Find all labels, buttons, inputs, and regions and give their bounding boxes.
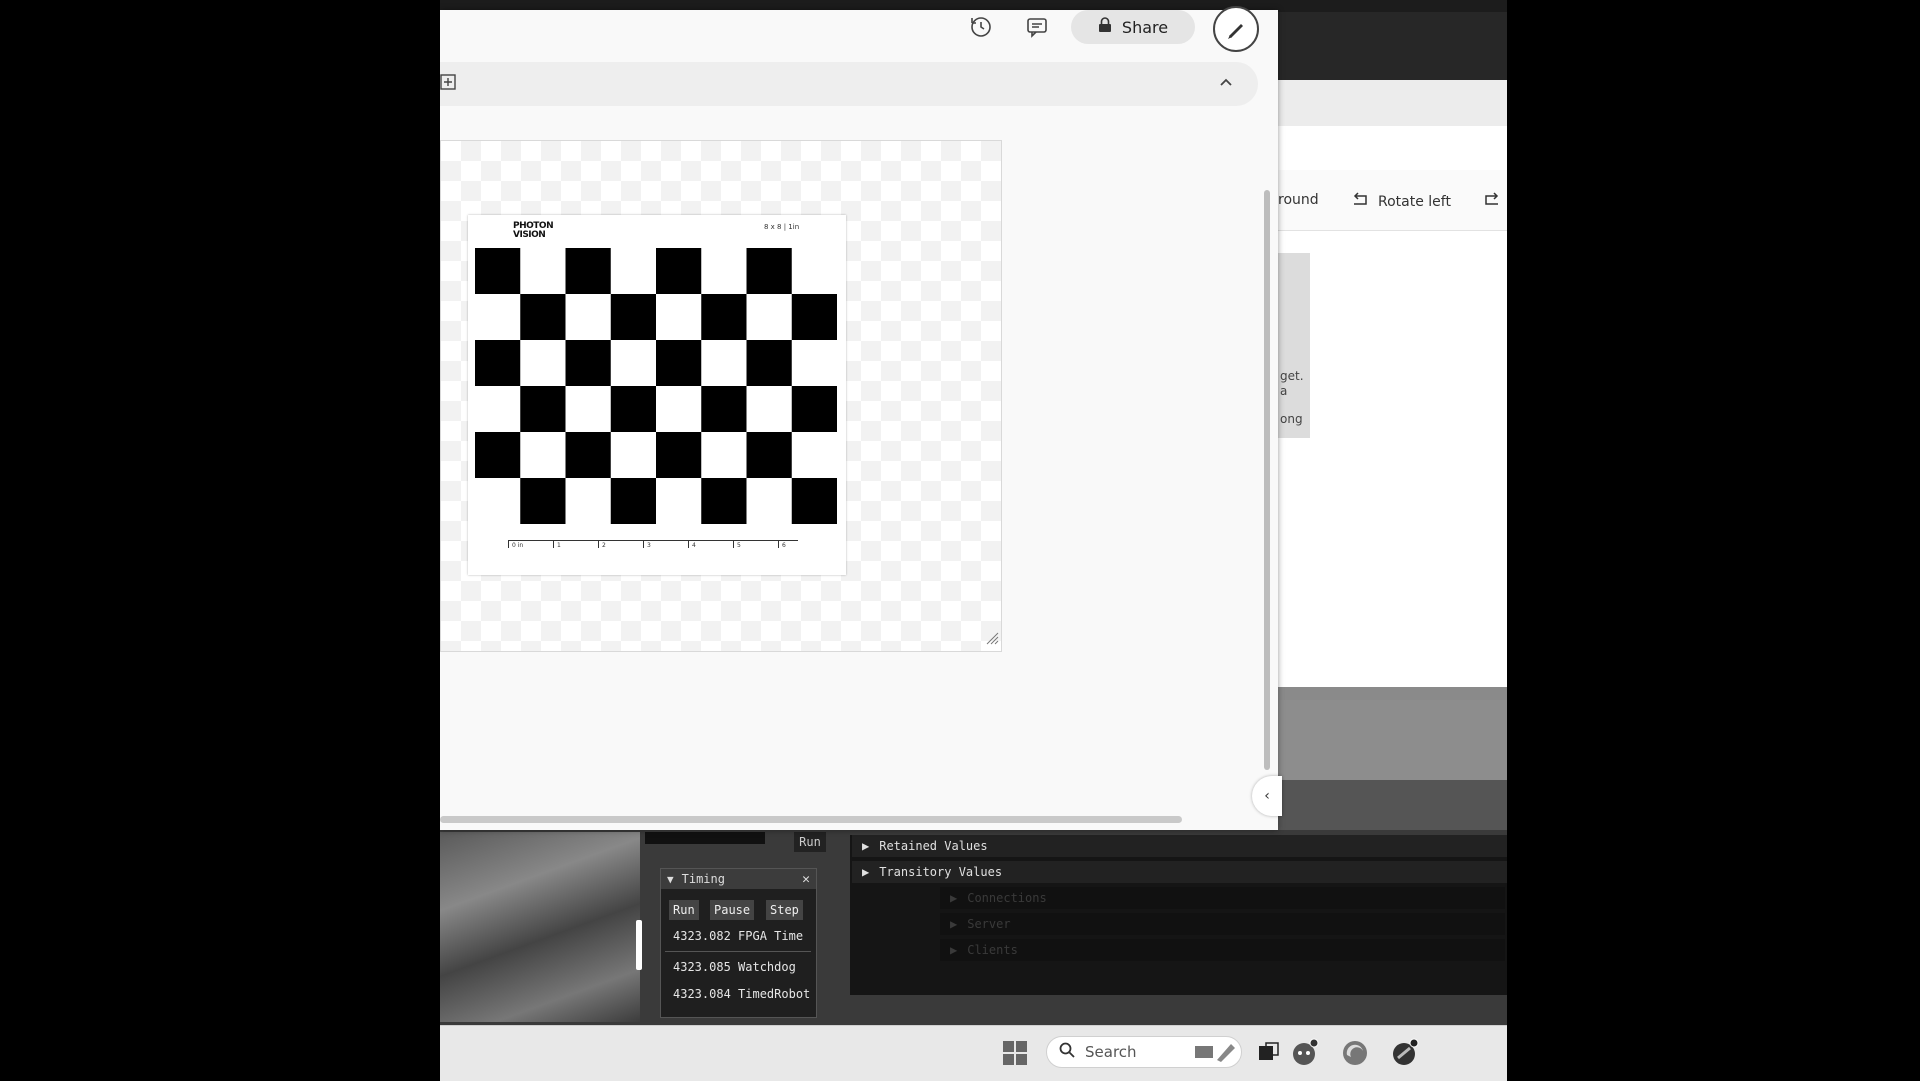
- expand-triangle-icon: ▶: [950, 917, 958, 931]
- comments-icon[interactable]: [1020, 10, 1054, 44]
- background-window-titlebar: [1278, 12, 1507, 82]
- thumb-text-2: a: [1280, 384, 1288, 398]
- photos-lower-strip: [1278, 687, 1507, 701]
- transitory-values-row[interactable]: ▶ Transitory Values: [852, 861, 1507, 883]
- timing-name: Watchdog: [738, 960, 796, 974]
- timing-value: 4323.084: [673, 987, 731, 1001]
- checkerboard-pattern: [475, 248, 837, 524]
- collapse-panel-button[interactable]: ‹: [1252, 776, 1282, 816]
- timing-step-button[interactable]: Step: [766, 900, 803, 920]
- ghost-row-clients: ▶ Clients: [940, 939, 1505, 961]
- thumb-text-1: get.: [1280, 369, 1304, 383]
- search-highlight-icon: [1193, 1040, 1237, 1068]
- timing-row-watchdog: 4323.085 Watchdog: [673, 960, 796, 974]
- collapse-triangle-icon[interactable]: ▼: [667, 873, 674, 886]
- ruler-label: 6: [782, 542, 786, 549]
- photos-footer: [1278, 780, 1507, 830]
- ruler-label: 5: [737, 542, 741, 549]
- simulator-tab-strip: [645, 832, 765, 844]
- camera-feed: [440, 832, 640, 1022]
- app-icon[interactable]: [1390, 1038, 1420, 1068]
- ruler-label: 4: [692, 542, 696, 549]
- rotate-left-button[interactable]: Rotate left: [1352, 192, 1451, 212]
- vertical-scrollbar[interactable]: [1264, 190, 1270, 770]
- inch-ruler: 0 in 1 2 3 4 5 6: [508, 540, 798, 554]
- timing-value: 4323.082: [673, 929, 731, 943]
- expand-triangle-icon[interactable]: ▶: [862, 839, 869, 853]
- taskbar-search[interactable]: Search: [1046, 1036, 1242, 1068]
- logo-line-2: VISION: [513, 230, 546, 240]
- video-slider-handle[interactable]: [636, 920, 642, 970]
- thumb-text-3: ong: [1280, 412, 1303, 426]
- rotate-left-label: Rotate left: [1378, 194, 1451, 210]
- history-icon[interactable]: [964, 10, 998, 44]
- photo-thumbnail[interactable]: [1278, 253, 1310, 438]
- ghost-row-connections: ▶ Connections: [940, 887, 1505, 909]
- chevron-left-icon: ‹: [1264, 788, 1270, 804]
- chat-app-icon[interactable]: [1290, 1038, 1320, 1068]
- ghost-label: Clients: [967, 943, 1018, 957]
- timing-row-fpga: 4323.082 FPGA Time: [673, 929, 803, 943]
- background-tool-label: round: [1278, 192, 1319, 208]
- resize-handle-icon[interactable]: [985, 630, 999, 649]
- close-icon[interactable]: ✕: [802, 872, 810, 887]
- editor-top-toolbar: Share: [440, 6, 1278, 58]
- timing-row-timedrobot: 4323.084 TimedRobot: [673, 987, 810, 1001]
- lock-icon: [1098, 17, 1112, 37]
- task-view-icon[interactable]: [1254, 1038, 1284, 1068]
- timing-divider: [665, 951, 811, 952]
- checkerboard-image: PHOTON VISION 8 x 8 | 1in 0 in 1 2 3 4 5…: [468, 215, 846, 575]
- retained-values-row[interactable]: ▶ Retained Values: [852, 835, 1507, 857]
- ghost-label: Server: [967, 917, 1011, 931]
- timing-name: TimedRobot: [738, 987, 811, 1001]
- browser-icon[interactable]: [1340, 1038, 1370, 1068]
- run-button-top[interactable]: Run: [794, 832, 826, 852]
- timing-header[interactable]: ▼ Timing ✕: [661, 869, 816, 889]
- timing-pause-button[interactable]: Pause: [710, 900, 755, 920]
- timing-panel: ▼ Timing ✕ Run Pause Step 4323.082 FPGA …: [660, 868, 817, 1018]
- timing-title: Timing: [681, 872, 725, 886]
- photonvision-logo: PHOTON VISION: [513, 222, 554, 240]
- start-icon[interactable]: [1000, 1038, 1030, 1068]
- search-icon: [1059, 1042, 1075, 1062]
- photos-titlebar: [1278, 80, 1507, 126]
- horizontal-scrollbar[interactable]: [440, 816, 1182, 823]
- expand-triangle-icon: ▶: [950, 943, 958, 957]
- networktables-panel: ▶ Retained Values ▶ Transitory Values ▶ …: [850, 835, 1507, 995]
- rotate-right-icon[interactable]: [1482, 192, 1500, 208]
- board-size-text: 8 x 8 | 1in: [764, 223, 800, 231]
- search-placeholder: Search: [1085, 1043, 1137, 1061]
- retained-values-label: Retained Values: [879, 839, 988, 853]
- timing-name: FPGA Time: [738, 929, 804, 943]
- ruler-label: 2: [602, 542, 606, 549]
- chevron-up-icon[interactable]: [1218, 74, 1234, 94]
- timing-value: 4323.085: [673, 960, 731, 974]
- ruler-label: 3: [647, 542, 651, 549]
- pen-icon: [1228, 24, 1243, 39]
- ghost-row-server: ▶ Server: [940, 913, 1505, 935]
- share-button[interactable]: Share: [1071, 10, 1195, 44]
- ruler-label: 0 in: [512, 542, 524, 549]
- timing-run-button[interactable]: Run: [669, 900, 699, 920]
- options-bar: [440, 62, 1258, 106]
- photos-bottom-panel: [1278, 700, 1507, 780]
- ghost-label: Connections: [967, 891, 1047, 905]
- background-tool-button[interactable]: round: [1278, 192, 1319, 208]
- ruler-label: 1: [557, 542, 561, 549]
- expand-triangle-icon: ▶: [950, 891, 958, 905]
- transitory-values-label: Transitory Values: [879, 865, 1003, 879]
- taskbar: Search: [440, 1025, 1507, 1081]
- pen-button[interactable]: [1213, 6, 1259, 52]
- photos-window: round Rotate left get. a ong: [1278, 80, 1507, 701]
- add-frame-icon[interactable]: [440, 74, 456, 94]
- expand-triangle-icon[interactable]: ▶: [862, 865, 869, 879]
- share-label: Share: [1121, 17, 1169, 37]
- rotate-left-icon: [1352, 192, 1370, 212]
